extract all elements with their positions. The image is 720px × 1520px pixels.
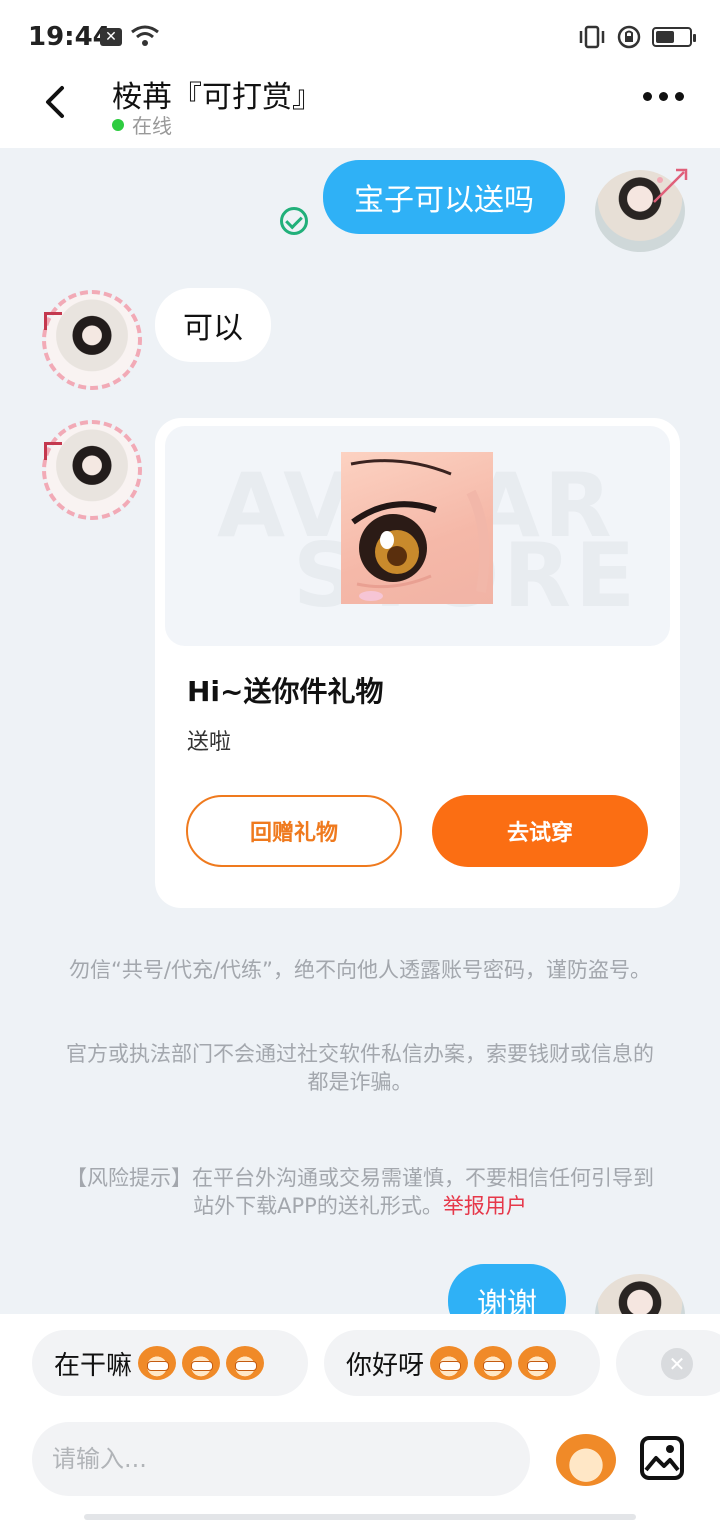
quick-reply-text: 在干嘛	[54, 1350, 133, 1381]
cat-ear-decor	[44, 442, 62, 460]
home-indicator	[84, 1514, 636, 1520]
avatar-frame-decor	[42, 290, 142, 390]
try-on-button[interactable]: 去试穿	[432, 795, 648, 867]
risk-notice-text: 【风险提示】在平台外沟通或交易需谨慎，不要相信任何引导到站外下载APP的送礼形式…	[66, 1166, 654, 1218]
chat-header: 桉苒『可打赏』 在线	[0, 72, 720, 148]
gift-subtitle: 送啦	[187, 730, 232, 755]
monkey-emoji-icon	[138, 1346, 177, 1380]
message-bubble-out[interactable]: 宝子可以送吗	[323, 160, 565, 234]
image-icon[interactable]	[640, 1436, 684, 1480]
quick-reply-text: 你好呀	[346, 1350, 425, 1381]
avatar-frame-decor	[42, 420, 142, 520]
return-gift-button[interactable]: 回赠礼物	[186, 795, 402, 867]
online-status: 在线	[112, 110, 172, 139]
monkey-emoji-icon	[474, 1346, 513, 1380]
wifi-icon	[131, 25, 159, 46]
status-icons	[578, 24, 696, 50]
status-bar: 19:44 ✕	[0, 0, 720, 72]
battery-icon	[652, 27, 696, 47]
gift-title: Hi~送你件礼物	[187, 675, 384, 708]
cat-ear-decor	[44, 312, 62, 330]
monkey-emoji-icon	[430, 1346, 469, 1380]
quick-reply-chip[interactable]: 你好呀	[324, 1330, 600, 1396]
gift-card[interactable]: AVATAR STORE Hi~送你件礼物 送啦 回赠礼物 去试穿	[155, 418, 680, 908]
message-bubble-in[interactable]: 可以	[155, 288, 271, 362]
fraud-notice: 官方或执法部门不会通过社交软件私信办案，索要钱财或信息的都是诈骗。	[66, 1042, 654, 1094]
bow-arrow-decor-icon	[653, 168, 688, 203]
notification-x-icon: ✕	[100, 28, 122, 46]
vibrate-icon	[579, 25, 605, 49]
close-icon[interactable]: ✕	[661, 1348, 693, 1380]
quick-reply-chip[interactable]: 在干嘛	[32, 1330, 308, 1396]
composer-panel: 在干嘛 你好呀 ✕	[0, 1314, 720, 1520]
online-status-text: 在线	[132, 114, 172, 138]
monkey-emoji-icon	[226, 1346, 265, 1380]
monkey-emoji-icon	[182, 1346, 221, 1380]
lock-rotation-icon	[617, 25, 641, 49]
message-input[interactable]	[32, 1422, 530, 1496]
status-time: 19:44	[28, 22, 111, 52]
more-dots-icon[interactable]	[643, 92, 684, 101]
security-notice: 勿信“共号/代充/代练”，绝不向他人透露账号密码，谨防盗号。	[69, 958, 651, 982]
online-dot	[112, 118, 124, 131]
monkey-emoji-icon	[518, 1346, 557, 1380]
sticker-icon[interactable]	[556, 1434, 616, 1486]
report-user-link[interactable]: 举报用户	[443, 1194, 527, 1218]
gift-thumbnail	[341, 452, 493, 604]
gift-banner: AVATAR STORE	[165, 426, 670, 646]
risk-notice: 【风险提示】在平台外沟通或交易需谨慎，不要相信任何引导到站外下载APP的送礼形式…	[60, 1164, 660, 1220]
read-check-icon	[280, 207, 308, 235]
chevron-left-icon[interactable]	[36, 80, 80, 124]
